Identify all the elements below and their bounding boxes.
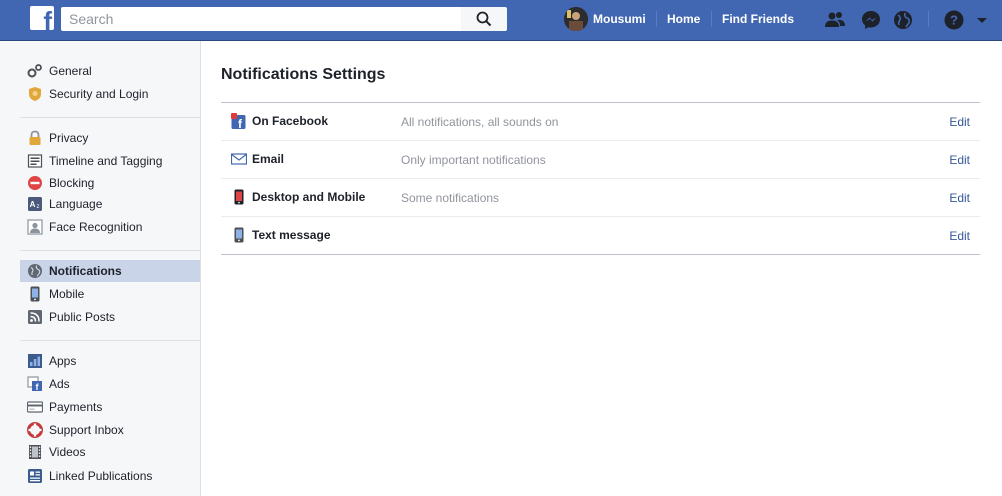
sidebar-divider [20, 250, 200, 251]
edit-link[interactable]: Edit [949, 153, 970, 167]
sidebar-item-label: General [49, 64, 92, 78]
sidebar-item-support-inbox[interactable]: Support Inbox [20, 419, 200, 441]
sidebar-item-label: Blocking [49, 176, 95, 190]
search-input[interactable] [61, 7, 461, 31]
sidebar-item-label: Payments [49, 400, 103, 414]
sidebar-item-label: Language [49, 197, 103, 211]
phone-icon [231, 189, 247, 205]
rss-icon [27, 309, 43, 325]
mobile-icon [27, 286, 43, 302]
sidebar-item-label: Support Inbox [49, 423, 124, 437]
setting-row-on-facebook[interactable]: f On Facebook All notifications, all sou… [221, 103, 980, 140]
sidebar-item-label: Mobile [49, 287, 85, 301]
setting-label: Desktop and Mobile [252, 190, 366, 204]
timeline-icon [27, 153, 43, 169]
sidebar-item-label: Notifications [49, 264, 122, 278]
envelope-icon [231, 151, 247, 167]
facebook-logo-icon[interactable]: f [30, 6, 54, 30]
sidebar-divider [20, 340, 200, 341]
sidebar-item-label: Videos [49, 445, 86, 459]
sidebar-item-language[interactable]: Az Language [20, 193, 200, 215]
sidebar-item-label: Public Posts [49, 310, 116, 324]
sidebar-item-ads[interactable]: f Ads [20, 373, 200, 395]
facebook-logo-letter: f [43, 6, 52, 30]
setting-value: Only important notifications [401, 153, 546, 167]
find-friends-link[interactable]: Find Friends [722, 12, 794, 26]
sidebar-item-blocking[interactable]: Blocking [20, 172, 200, 194]
nav-divider [711, 11, 712, 27]
sidebar-item-label: Privacy [49, 131, 89, 145]
setting-label: Email [252, 152, 285, 166]
sidebar-item-notifications[interactable]: Notifications [20, 260, 200, 282]
home-link[interactable]: Home [667, 12, 700, 26]
sidebar-item-privacy[interactable]: Privacy [20, 127, 200, 149]
edit-link[interactable]: Edit [949, 191, 970, 205]
globe-icon [27, 263, 43, 279]
mobile-icon [231, 227, 247, 243]
search-button[interactable] [461, 7, 507, 31]
search-icon [476, 11, 492, 27]
face-recognition-icon [27, 219, 43, 235]
film-icon [27, 444, 43, 460]
nav-divider [656, 11, 657, 27]
gears-icon [27, 63, 43, 79]
setting-row-text-message[interactable]: Text message Edit [221, 216, 980, 254]
sidebar-item-label: Timeline and Tagging [49, 154, 163, 168]
sidebar-item-label: Apps [49, 354, 77, 368]
facebook-badge-icon: f [231, 113, 247, 129]
sidebar-item-label: Ads [49, 377, 70, 391]
blocking-icon [27, 175, 43, 191]
shield-badge-icon [27, 86, 43, 102]
lifebuoy-icon [27, 422, 43, 438]
sidebar-item-public-posts[interactable]: Public Posts [20, 306, 200, 328]
notifications-globe-icon[interactable] [892, 9, 914, 31]
edit-link[interactable]: Edit [949, 229, 970, 243]
sidebar-item-apps[interactable]: Apps [20, 350, 200, 372]
friend-requests-icon[interactable] [824, 9, 846, 31]
sidebar-item-label: Security and Login [49, 87, 149, 101]
sidebar-item-payments[interactable]: Payments [20, 396, 200, 418]
svg-text:z: z [37, 204, 40, 210]
caret-down-icon[interactable] [975, 9, 989, 31]
setting-row-email[interactable]: Email Only important notifications Edit [221, 140, 980, 178]
settings-sidebar: General Security and Login Privacy Timel… [0, 41, 201, 496]
sidebar-item-general[interactable]: General [20, 60, 200, 82]
setting-value: Some notifications [401, 191, 500, 205]
settings-table: f On Facebook All notifications, all sou… [221, 102, 980, 255]
lock-icon [27, 130, 43, 146]
profile-link[interactable]: Mousumi [593, 12, 646, 26]
apps-icon [27, 353, 43, 369]
avatar[interactable] [564, 7, 588, 31]
svg-text:A: A [30, 200, 36, 209]
language-icon: Az [27, 196, 43, 212]
setting-label: On Facebook [252, 114, 329, 128]
payment-card-icon [27, 399, 43, 415]
nav-divider [928, 11, 929, 27]
setting-value: All notifications, all sounds on [401, 115, 559, 129]
svg-text:?: ? [950, 13, 958, 28]
setting-label: Text message [252, 228, 331, 242]
sidebar-item-linked-publications[interactable]: Linked Publications [20, 465, 200, 487]
sidebar-item-face-recognition[interactable]: Face Recognition [20, 216, 200, 238]
avatar-image-icon [564, 7, 588, 31]
setting-row-desktop-mobile[interactable]: Desktop and Mobile Some notifications Ed… [221, 178, 980, 216]
sidebar-item-timeline[interactable]: Timeline and Tagging [20, 150, 200, 172]
publications-icon [27, 468, 43, 484]
notifications-settings-panel: Notifications Settings f On Facebook All… [201, 41, 1002, 496]
sidebar-item-label: Linked Publications [49, 469, 153, 483]
sidebar-item-mobile[interactable]: Mobile [20, 283, 200, 305]
edit-link[interactable]: Edit [949, 115, 970, 129]
page-title: Notifications Settings [221, 66, 386, 83]
sidebar-item-security[interactable]: Security and Login [20, 83, 200, 105]
help-icon[interactable]: ? [943, 9, 965, 31]
sidebar-item-label: Face Recognition [49, 220, 143, 234]
top-bar: f Mousumi Home Find Friends [0, 0, 1002, 41]
ads-icon: f [27, 376, 43, 392]
sidebar-divider [20, 117, 200, 118]
messenger-icon[interactable] [860, 9, 882, 31]
sidebar-item-videos[interactable]: Videos [20, 441, 200, 463]
